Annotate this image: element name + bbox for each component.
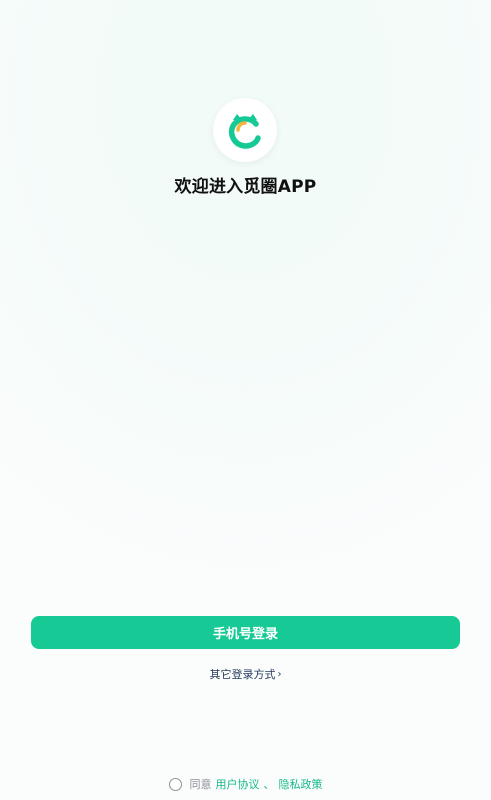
privacy-policy-link[interactable]: 隐私政策: [279, 776, 323, 792]
app-logo: [213, 98, 277, 162]
agreement-radio[interactable]: [168, 777, 182, 791]
other-login-label: 其它登录方式: [209, 668, 276, 681]
user-agreement-link[interactable]: 用户协议: [216, 776, 260, 792]
app-logo-icon: [228, 114, 261, 149]
other-login-link[interactable]: 其它登录方式 ›: [0, 666, 491, 682]
agreement-prefix: 同意: [189, 778, 212, 791]
agreement-separator: 、: [263, 778, 275, 791]
chevron-right-icon: ›: [277, 669, 282, 680]
agreement-row: 同意 用户协议 、 隐私政策: [0, 776, 491, 792]
welcome-title: 欢迎进入觅圈APP: [174, 177, 317, 197]
phone-login-button[interactable]: 手机号登录: [31, 616, 460, 649]
